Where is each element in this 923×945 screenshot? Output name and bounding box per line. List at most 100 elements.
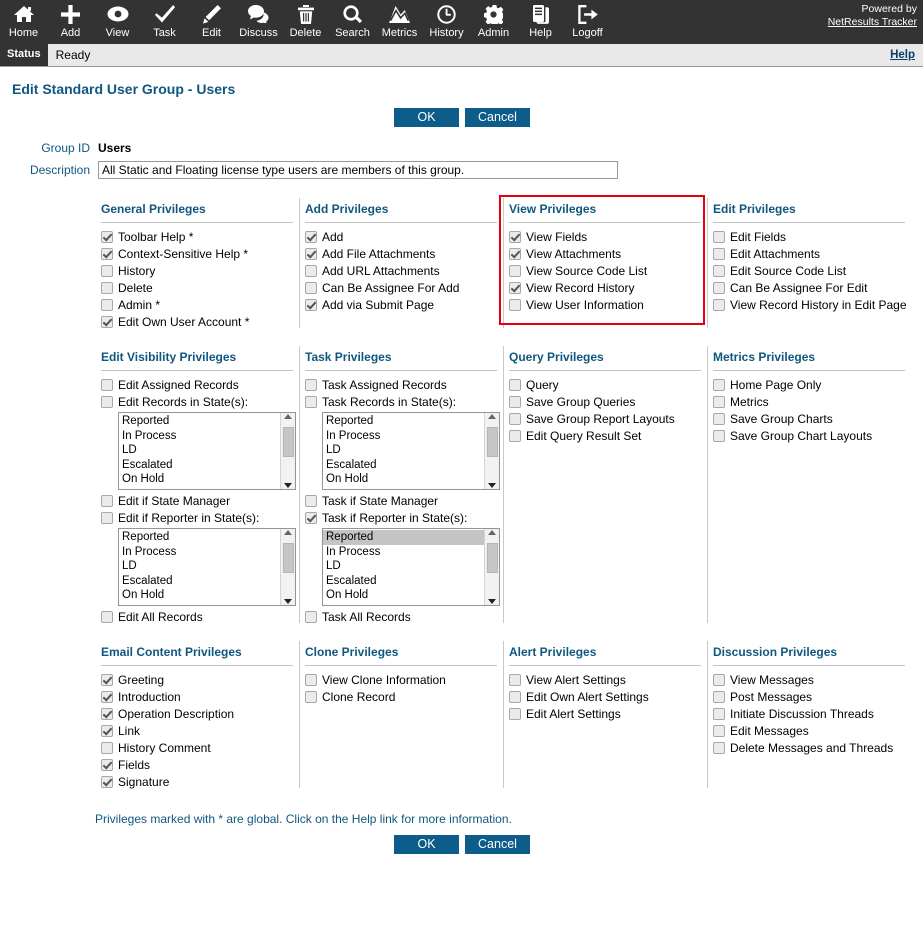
state-option[interactable]: LD bbox=[119, 559, 280, 574]
privilege-checkbox[interactable] bbox=[713, 248, 725, 260]
state-option[interactable]: On Hold bbox=[323, 472, 484, 487]
privilege-checkbox[interactable] bbox=[509, 379, 521, 391]
privilege-checkbox[interactable] bbox=[713, 396, 725, 408]
privilege-checkbox[interactable] bbox=[305, 299, 317, 311]
state-option[interactable]: In Process bbox=[323, 545, 484, 560]
help-link[interactable]: Help bbox=[890, 49, 915, 61]
privilege-checkbox[interactable] bbox=[101, 396, 113, 408]
privilege-checkbox[interactable] bbox=[509, 231, 521, 243]
scroll-down-icon[interactable] bbox=[488, 599, 496, 604]
state-option[interactable]: LD bbox=[323, 559, 484, 574]
privilege-checkbox[interactable] bbox=[305, 282, 317, 294]
state-option[interactable]: Reported bbox=[119, 530, 280, 545]
scroll-down-icon[interactable] bbox=[284, 483, 292, 488]
privilege-checkbox[interactable] bbox=[101, 512, 113, 524]
privilege-checkbox[interactable] bbox=[305, 379, 317, 391]
privilege-checkbox[interactable] bbox=[713, 674, 725, 686]
brand-link[interactable]: NetResults Tracker bbox=[828, 16, 917, 29]
privilege-checkbox[interactable] bbox=[305, 512, 317, 524]
state-option[interactable]: Reported bbox=[323, 414, 484, 429]
cancel-button-bottom[interactable]: Cancel bbox=[465, 835, 530, 854]
privilege-checkbox[interactable] bbox=[305, 265, 317, 277]
scroll-up-icon[interactable] bbox=[284, 530, 292, 535]
state-option[interactable]: In Process bbox=[323, 429, 484, 444]
state-option[interactable]: In Process bbox=[119, 429, 280, 444]
privilege-checkbox[interactable] bbox=[305, 495, 317, 507]
privilege-checkbox[interactable] bbox=[713, 282, 725, 294]
scroll-up-icon[interactable] bbox=[284, 414, 292, 419]
state-option[interactable]: Reported bbox=[119, 414, 280, 429]
privilege-checkbox[interactable] bbox=[509, 708, 521, 720]
privilege-checkbox[interactable] bbox=[101, 725, 113, 737]
state-option[interactable]: On Hold bbox=[323, 588, 484, 603]
ok-button-top[interactable]: OK bbox=[394, 108, 459, 127]
privilege-checkbox[interactable] bbox=[101, 379, 113, 391]
state-option[interactable]: Escalated bbox=[323, 458, 484, 473]
cancel-button-top[interactable]: Cancel bbox=[465, 108, 530, 127]
state-listbox[interactable]: Reported In Process LD Escalated On Hold bbox=[322, 412, 500, 490]
privilege-checkbox[interactable] bbox=[509, 413, 521, 425]
toolbar-item-metrics[interactable]: Metrics bbox=[376, 0, 423, 44]
privilege-checkbox[interactable] bbox=[101, 759, 113, 771]
privilege-checkbox[interactable] bbox=[101, 231, 113, 243]
toolbar-item-task[interactable]: Task bbox=[141, 0, 188, 44]
privilege-checkbox[interactable] bbox=[713, 413, 725, 425]
privilege-checkbox[interactable] bbox=[713, 742, 725, 754]
privilege-checkbox[interactable] bbox=[713, 430, 725, 442]
state-option[interactable]: Escalated bbox=[323, 574, 484, 589]
privilege-checkbox[interactable] bbox=[509, 691, 521, 703]
state-option[interactable]: Escalated bbox=[119, 574, 280, 589]
scroll-up-icon[interactable] bbox=[488, 414, 496, 419]
toolbar-item-search[interactable]: Search bbox=[329, 0, 376, 44]
state-listbox[interactable]: Reported In Process LD Escalated On Hold bbox=[322, 528, 500, 606]
state-option[interactable]: Reported bbox=[323, 530, 484, 545]
toolbar-item-admin[interactable]: Admin bbox=[470, 0, 517, 44]
privilege-checkbox[interactable] bbox=[101, 299, 113, 311]
state-option[interactable]: In Process bbox=[119, 545, 280, 560]
toolbar-item-edit[interactable]: Edit bbox=[188, 0, 235, 44]
state-listbox[interactable]: Reported In Process LD Escalated On Hold bbox=[118, 412, 296, 490]
state-listbox[interactable]: Reported In Process LD Escalated On Hold bbox=[118, 528, 296, 606]
toolbar-item-history[interactable]: History bbox=[423, 0, 470, 44]
privilege-checkbox[interactable] bbox=[101, 674, 113, 686]
state-option[interactable]: On Hold bbox=[119, 472, 280, 487]
toolbar-item-discuss[interactable]: Discuss bbox=[235, 0, 282, 44]
privilege-checkbox[interactable] bbox=[509, 430, 521, 442]
privilege-checkbox[interactable] bbox=[101, 611, 113, 623]
scroll-down-icon[interactable] bbox=[284, 599, 292, 604]
privilege-checkbox[interactable] bbox=[713, 265, 725, 277]
privilege-checkbox[interactable] bbox=[713, 299, 725, 311]
privilege-checkbox[interactable] bbox=[713, 708, 725, 720]
toolbar-item-help[interactable]: Help bbox=[517, 0, 564, 44]
privilege-checkbox[interactable] bbox=[101, 265, 113, 277]
scrollbar-thumb[interactable] bbox=[283, 543, 294, 573]
scrollbar-thumb[interactable] bbox=[487, 427, 498, 457]
privilege-checkbox[interactable] bbox=[713, 725, 725, 737]
privilege-checkbox[interactable] bbox=[305, 611, 317, 623]
listbox-scrollbar[interactable] bbox=[484, 529, 499, 605]
scroll-up-icon[interactable] bbox=[488, 530, 496, 535]
toolbar-item-view[interactable]: View bbox=[94, 0, 141, 44]
privilege-checkbox[interactable] bbox=[101, 691, 113, 703]
privilege-checkbox[interactable] bbox=[101, 248, 113, 260]
toolbar-item-add[interactable]: Add bbox=[47, 0, 94, 44]
state-option[interactable]: LD bbox=[119, 443, 280, 458]
privilege-checkbox[interactable] bbox=[509, 396, 521, 408]
listbox-scrollbar[interactable] bbox=[280, 413, 295, 489]
privilege-checkbox[interactable] bbox=[509, 299, 521, 311]
privilege-checkbox[interactable] bbox=[509, 674, 521, 686]
privilege-checkbox[interactable] bbox=[101, 282, 113, 294]
toolbar-item-delete[interactable]: Delete bbox=[282, 0, 329, 44]
listbox-scrollbar[interactable] bbox=[280, 529, 295, 605]
privilege-checkbox[interactable] bbox=[101, 708, 113, 720]
privilege-checkbox[interactable] bbox=[101, 742, 113, 754]
privilege-checkbox[interactable] bbox=[305, 674, 317, 686]
privilege-checkbox[interactable] bbox=[101, 495, 113, 507]
privilege-checkbox[interactable] bbox=[509, 282, 521, 294]
scrollbar-thumb[interactable] bbox=[487, 543, 498, 573]
privilege-checkbox[interactable] bbox=[305, 248, 317, 260]
privilege-checkbox[interactable] bbox=[305, 396, 317, 408]
state-option[interactable]: LD bbox=[323, 443, 484, 458]
privilege-checkbox[interactable] bbox=[509, 265, 521, 277]
privilege-checkbox[interactable] bbox=[713, 379, 725, 391]
